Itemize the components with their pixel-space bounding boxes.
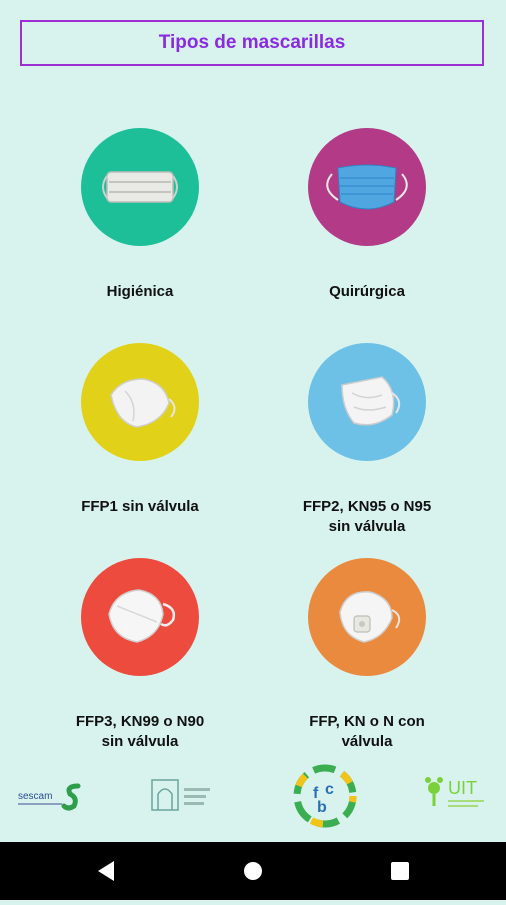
mask-type-quirurgica[interactable]: Quirúrgica bbox=[247, 128, 487, 302]
mask-label-line1: FFP, KN o N con bbox=[309, 713, 425, 730]
uit-logo: UIT bbox=[424, 774, 490, 814]
mask-label: FFP3, KN99 o N90 sin válvula bbox=[20, 712, 260, 752]
home-button[interactable] bbox=[223, 842, 283, 900]
system-nav-bar bbox=[0, 842, 506, 900]
mask-label-line1: FFP2, KN95 o N95 bbox=[302, 498, 432, 515]
mask-label-line1: FFP3, KN99 o N90 bbox=[75, 713, 205, 730]
sescam-logo: sescam bbox=[18, 780, 84, 812]
recents-icon bbox=[391, 862, 409, 880]
ifcb-logo: f c b bbox=[293, 764, 357, 828]
page-title: Tipos de mascarillas bbox=[158, 32, 346, 53]
mask-label-line2: válvula bbox=[341, 733, 393, 750]
cloth-mask-icon bbox=[81, 128, 199, 246]
svg-text:sescam: sescam bbox=[18, 791, 52, 802]
recents-button[interactable] bbox=[370, 842, 430, 900]
svg-text:UIT: UIT bbox=[448, 778, 477, 798]
svg-text:b: b bbox=[317, 799, 327, 816]
mask-label: FFP2, KN95 o N95 sin válvula bbox=[247, 497, 487, 537]
mask-label: Higiénica bbox=[106, 283, 174, 300]
mask-type-higienica[interactable]: Higiénica bbox=[20, 128, 260, 302]
mask-label: Quirúrgica bbox=[329, 283, 405, 300]
valve-mask-icon bbox=[308, 558, 426, 676]
mask-type-valve[interactable]: FFP, KN o N con válvula bbox=[247, 558, 487, 752]
mask-label: FFP, KN o N con válvula bbox=[247, 712, 487, 752]
mask-label: FFP1 sin válvula bbox=[81, 498, 199, 515]
mask-type-ffp2[interactable]: FFP2, KN95 o N95 sin válvula bbox=[247, 343, 487, 537]
mask-type-ffp1[interactable]: FFP1 sin válvula bbox=[20, 343, 260, 517]
svg-text:c: c bbox=[325, 781, 334, 798]
ffp2-mask-icon bbox=[308, 343, 426, 461]
back-icon bbox=[98, 861, 114, 881]
health-service-logo bbox=[150, 776, 216, 814]
mask-label-line2: sin válvula bbox=[101, 733, 179, 750]
mask-label-line2: sin válvula bbox=[328, 518, 406, 535]
surgical-mask-icon bbox=[308, 128, 426, 246]
sponsor-logos: sescam f c b UIT bbox=[0, 764, 506, 828]
mask-type-ffp3[interactable]: FFP3, KN99 o N90 sin válvula bbox=[20, 558, 260, 752]
ffp3-mask-icon bbox=[81, 558, 199, 676]
back-button[interactable] bbox=[76, 842, 136, 900]
ffp1-mask-icon bbox=[81, 343, 199, 461]
title-box: Tipos de mascarillas bbox=[20, 20, 484, 66]
home-icon bbox=[244, 862, 262, 880]
